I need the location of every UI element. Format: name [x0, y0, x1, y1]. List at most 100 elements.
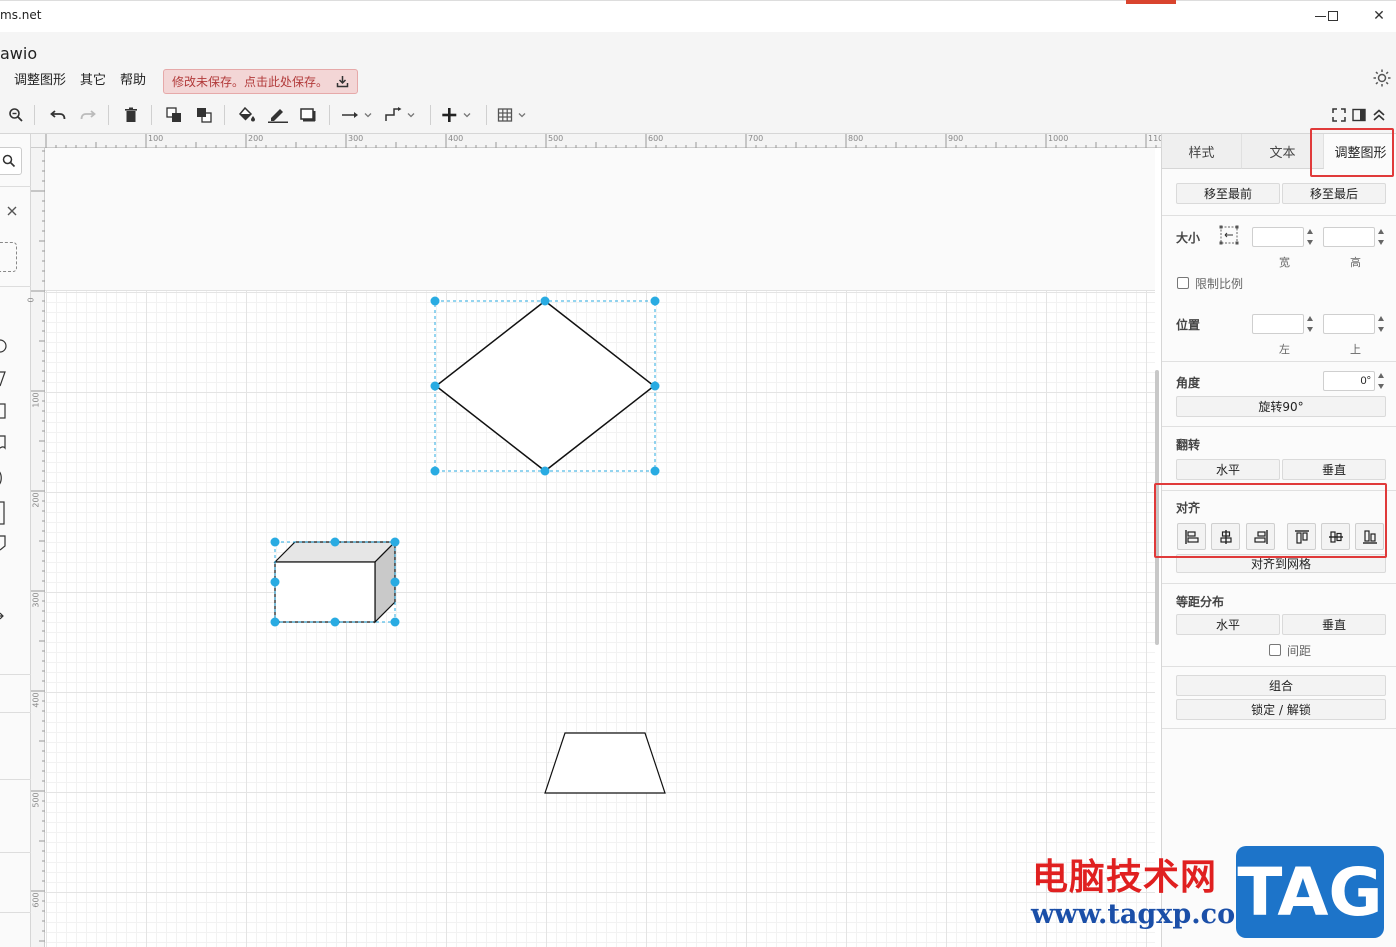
diamond-shape[interactable] [434, 300, 656, 472]
tab-text[interactable]: 文本 [1242, 134, 1324, 169]
width-input[interactable] [1252, 227, 1304, 247]
delete-icon [125, 107, 137, 122]
table-icon [497, 108, 526, 122]
flip-horizontal-button[interactable]: 水平 [1176, 459, 1280, 480]
panel-divider [0, 712, 31, 713]
waypoints-button[interactable] [384, 104, 418, 126]
distribute-horizontal-button[interactable]: 水平 [1176, 614, 1280, 635]
shapes-panel [0, 134, 31, 947]
format-tabs: 样式 文本 调整图形 [1162, 134, 1396, 169]
menu-extras[interactable]: 其它 [73, 69, 113, 93]
panel-divider [0, 186, 31, 187]
angle-stepper[interactable] [1376, 371, 1386, 391]
align-center-icon [1219, 529, 1232, 544]
undo-button[interactable] [48, 104, 68, 126]
insert-button[interactable] [441, 104, 475, 126]
panel-divider [0, 286, 31, 287]
distribute-vertical-button[interactable]: 垂直 [1282, 614, 1386, 635]
shape-thumbnails[interactable] [0, 324, 31, 654]
width-stepper[interactable] [1305, 227, 1315, 247]
search-icon [2, 154, 16, 168]
app-title: awio [0, 44, 38, 63]
fill-color-button[interactable] [236, 104, 258, 126]
panel-divider [0, 779, 31, 780]
spacing-checkbox[interactable] [1269, 644, 1281, 656]
save-icon [336, 75, 349, 87]
to-front-button[interactable] [164, 104, 184, 126]
zoom-button[interactable] [6, 104, 26, 126]
shape-rounded-rect[interactable] [0, 242, 17, 272]
angle-input[interactable] [1323, 371, 1375, 391]
line-color-button[interactable] [266, 104, 290, 126]
diagram-canvas[interactable] [45, 148, 1155, 947]
align-left-button[interactable] [1177, 523, 1206, 550]
to-front-panel-button[interactable]: 移至最前 [1176, 183, 1280, 204]
panel-divider [1162, 361, 1396, 362]
position-top-input[interactable] [1323, 314, 1375, 334]
group-button[interactable]: 组合 [1176, 675, 1386, 696]
toolbar-separator [430, 105, 431, 125]
toolbar-separator [34, 105, 35, 125]
rotate-90-button[interactable]: 旋转90° [1176, 396, 1386, 417]
lock-unlock-button[interactable]: 锁定 / 解锁 [1176, 699, 1386, 720]
align-top-icon [1294, 529, 1309, 544]
window-titlebar: ms.net ✕ [0, 0, 1396, 32]
menu-arrange[interactable]: 调整图形 [0, 69, 73, 93]
canvas-vertical-scrollbar[interactable] [1155, 370, 1159, 645]
fill-color-icon [238, 107, 255, 122]
delete-button[interactable] [121, 104, 141, 126]
insert-icon [442, 108, 471, 122]
position-top-stepper[interactable] [1376, 314, 1386, 334]
fullscreen-button[interactable] [1330, 104, 1348, 126]
flip-vertical-button[interactable]: 垂直 [1282, 459, 1386, 480]
menu-help[interactable]: 帮助 [113, 69, 153, 93]
theme-sun-icon[interactable] [1373, 69, 1391, 87]
shape-search-input[interactable] [0, 147, 22, 175]
format-panel-toggle[interactable] [1350, 104, 1368, 126]
flip-label: 翻转 [1176, 438, 1201, 452]
shadow-button[interactable] [298, 104, 318, 126]
constrain-proportions-checkbox[interactable] [1177, 277, 1189, 289]
connection-style-button[interactable] [340, 104, 374, 126]
trapezoid-shape[interactable] [544, 732, 666, 794]
tab-arrange[interactable]: 调整图形 [1324, 134, 1396, 169]
align-right-button[interactable] [1246, 523, 1275, 550]
height-stepper[interactable] [1376, 227, 1386, 247]
maximize-button[interactable] [1318, 5, 1348, 27]
toolbar-separator [151, 105, 152, 125]
ruler-tick-label: 400 [448, 134, 464, 143]
taskbar-indicator [1126, 0, 1176, 4]
close-icon[interactable] [7, 206, 17, 216]
waypoints-icon [385, 107, 415, 121]
align-bottom-button[interactable] [1355, 523, 1384, 550]
height-input[interactable] [1323, 227, 1375, 247]
to-back-panel-button[interactable]: 移至最后 [1282, 183, 1386, 204]
ruler-tick-label: 900 [948, 134, 964, 143]
snap-to-grid-button[interactable]: 对齐到网格 [1176, 554, 1386, 573]
unsaved-changes-button[interactable]: 修改未保存。点击此处保存。 [163, 68, 359, 94]
autosize-icon[interactable] [1219, 225, 1239, 245]
panel-divider [0, 852, 31, 853]
align-top-button[interactable] [1287, 523, 1316, 550]
connection-icon [342, 112, 372, 118]
redo-button[interactable] [78, 104, 98, 126]
ruler-tick-label: 300 [348, 134, 364, 143]
window-title: ms.net [0, 8, 42, 22]
to-back-button[interactable] [194, 104, 214, 126]
tab-style[interactable]: 样式 [1162, 134, 1242, 169]
position-left-input[interactable] [1252, 314, 1304, 334]
panel-divider [1162, 583, 1396, 584]
format-panel: 样式 文本 调整图形 移至最前 移至最后 大小 宽 高 限制比例 位置 左 上 … [1161, 134, 1396, 947]
watermark-badge: TAG [1236, 846, 1384, 938]
collapse-toolbar-button[interactable] [1370, 104, 1388, 126]
redo-icon [80, 110, 96, 120]
table-button[interactable] [497, 104, 531, 126]
toolbar-separator [486, 105, 487, 125]
align-center-button[interactable] [1211, 523, 1240, 550]
constrain-proportions-label: 限制比例 [1195, 277, 1244, 291]
align-bottom-icon [1362, 529, 1377, 544]
close-button[interactable]: ✕ [1364, 5, 1394, 27]
align-middle-button[interactable] [1321, 523, 1350, 550]
position-left-stepper[interactable] [1305, 314, 1315, 334]
cube-shape[interactable] [273, 540, 397, 624]
